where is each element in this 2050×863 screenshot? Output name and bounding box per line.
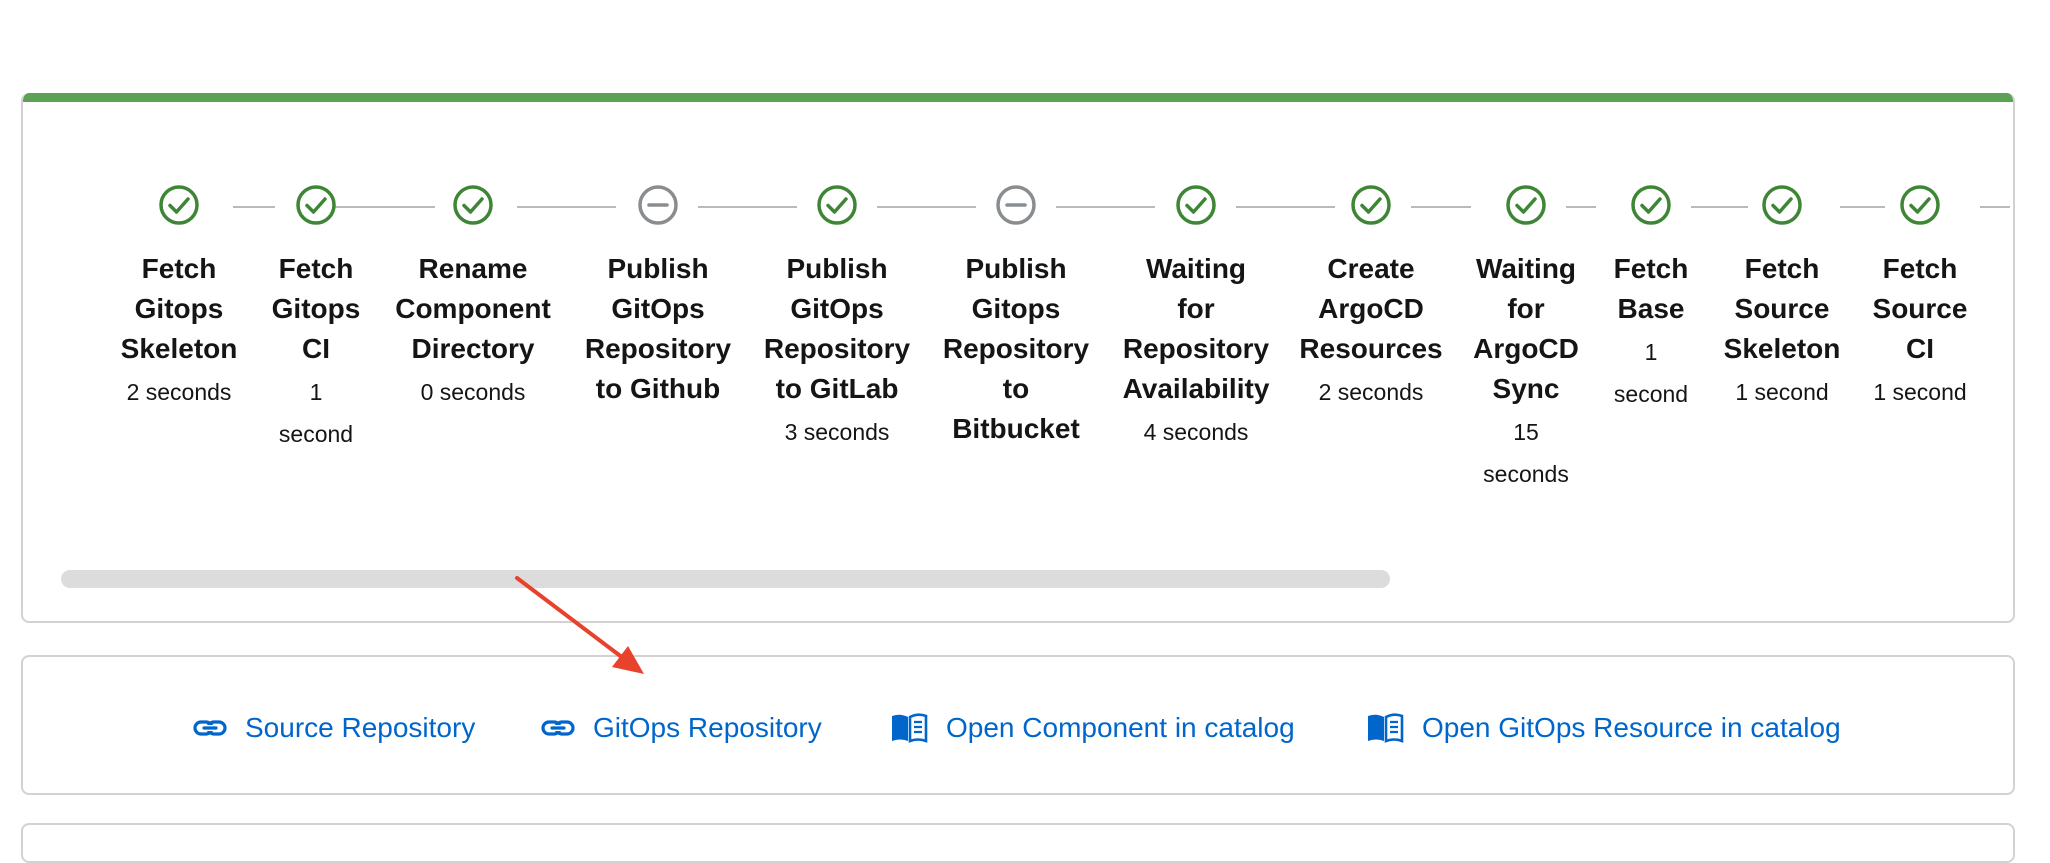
step-waiting-repository-availability[interactable]: Waiting for Repository Availability 4 secon…: [1111, 183, 1281, 453]
output-links-card: Source Repository GitOps Repository Open…: [21, 655, 2015, 795]
link-icon: [541, 720, 575, 736]
check-circle-icon: [1631, 185, 1671, 225]
step-label: Publish GitOps Repository to Github: [584, 253, 732, 404]
step-publish-gitops-bitbucket[interactable]: Publish Gitops Repository to Bitbucket: [931, 183, 1101, 449]
step-create-argocd-resources[interactable]: Create ArgoCD Resources 2 seconds: [1286, 183, 1456, 413]
step-label: Publish GitOps Repository to GitLab: [763, 253, 911, 404]
check-circle-icon: [1351, 185, 1391, 225]
gitops-repository-link[interactable]: GitOps Repository: [541, 710, 822, 746]
check-circle-icon: [817, 185, 857, 225]
check-circle-icon: [1762, 185, 1802, 225]
link-label: Source Repository: [245, 712, 476, 743]
step-label: Fetch Gitops CI: [271, 253, 361, 364]
task-steps-card: Fetch Gitops Skeleton 2 seconds Fetch Gitop…: [21, 93, 2015, 623]
step-duration: 3 seconds: [784, 419, 890, 445]
step-label: Rename Component Directory: [395, 253, 551, 364]
check-circle-icon: [453, 185, 493, 225]
check-circle-icon: [1506, 185, 1546, 225]
step-duration: 4 seconds: [1143, 419, 1249, 445]
next-card: [21, 823, 2015, 863]
link-label: Open GitOps Resource in catalog: [1422, 712, 1841, 743]
step-duration: 0 seconds: [420, 379, 526, 405]
step-fetch-gitops-ci[interactable]: Fetch Gitops CI 1 second: [231, 183, 401, 455]
catalog-book-icon: [1368, 713, 1404, 743]
skipped-circle-icon: [638, 185, 678, 225]
step-label: Waiting for Repository Availability: [1122, 253, 1270, 404]
step-publish-gitops-github[interactable]: Publish GitOps Repository to Github: [573, 183, 743, 409]
link-label: GitOps Repository: [593, 712, 822, 743]
open-gitops-resource-catalog-link[interactable]: Open GitOps Resource in catalog: [1366, 710, 1841, 746]
step-fetch-source-ci[interactable]: Fetch Source CI 1 second: [1835, 183, 2005, 413]
skipped-circle-icon: [996, 185, 1036, 225]
step-label: Fetch Source CI: [1872, 253, 1968, 364]
check-circle-icon: [1176, 185, 1216, 225]
horizontal-scrollbar[interactable]: [61, 570, 1390, 588]
step-label: Publish Gitops Repository to Bitbucket: [942, 253, 1090, 444]
catalog-book-icon: [892, 713, 928, 743]
check-circle-icon: [159, 185, 199, 225]
step-publish-gitops-gitlab[interactable]: Publish GitOps Repository to GitLab 3 secon…: [752, 183, 922, 453]
source-repository-link[interactable]: Source Repository: [193, 710, 475, 746]
step-label: Create ArgoCD Resources: [1299, 253, 1443, 364]
check-circle-icon: [296, 185, 336, 225]
step-duration: 15 seconds: [1483, 419, 1569, 487]
step-rename-component-directory[interactable]: Rename Component Directory 0 seconds: [388, 183, 558, 413]
check-circle-icon: [1900, 185, 1940, 225]
step-duration: 2 seconds: [1318, 379, 1424, 405]
step-duration: 1 second: [1873, 379, 1967, 405]
step-duration: 1 second: [278, 379, 354, 447]
link-label: Open Component in catalog: [946, 712, 1295, 743]
link-icon: [193, 720, 227, 736]
open-component-catalog-link[interactable]: Open Component in catalog: [890, 710, 1295, 746]
